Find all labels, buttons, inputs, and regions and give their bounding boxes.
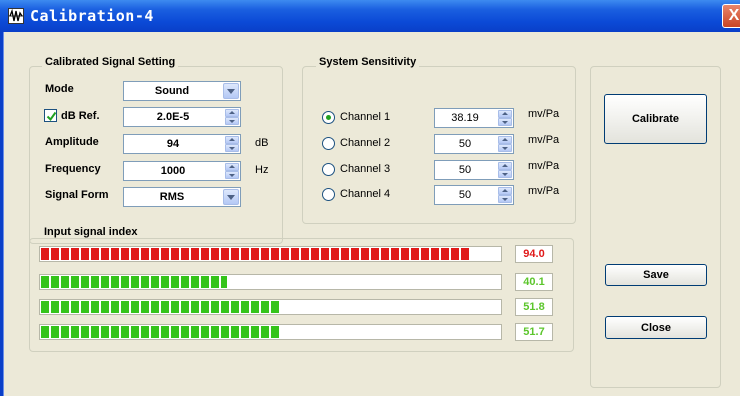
channel-1-sensitivity-field[interactable]: 38.19 [434,108,514,128]
mode-label: Mode [45,83,74,95]
level-meter-2 [39,274,502,290]
frequency-value: 1000 [160,165,186,177]
channel-4-sensitivity-field[interactable]: 50 [434,185,514,205]
dbref-field[interactable]: 2.0E-5 [123,107,241,127]
spin-down-icon[interactable] [498,118,512,126]
waveform-icon [8,8,24,24]
dbref-stepper[interactable] [225,109,239,125]
calibration-window: Calibration-4 X Calibrated Signal Settin… [0,0,740,396]
spin-up-icon[interactable] [498,136,512,144]
spin-down-icon[interactable] [225,144,239,152]
amplitude-label: Amplitude [45,136,99,148]
check-icon [46,111,57,122]
channel-2-label[interactable]: Channel 2 [340,137,390,149]
channel-1-unit: mv/Pa [528,108,560,120]
channel-3-value: 50 [458,164,472,176]
channel-4-stepper[interactable] [498,187,512,203]
spin-up-icon[interactable] [498,162,512,170]
level-readout-2: 40.1 [515,273,553,291]
frequency-label: Frequency [45,163,101,175]
signal-setting-title: Calibrated Signal Setting [42,56,179,68]
level-meter-fill [41,301,280,313]
signal-form-value: RMS [159,191,185,203]
input-index-title: Input signal index [41,226,141,238]
level-meter-fill [41,248,470,260]
channel-2-sensitivity-field[interactable]: 50 [434,134,514,154]
channel-2-stepper[interactable] [498,136,512,152]
amplitude-value: 94 [166,138,180,150]
channel-3-sensitivity-field[interactable]: 50 [434,160,514,180]
dbref-label: dB Ref. [61,110,100,122]
channel-3-radio[interactable] [322,163,335,176]
channel-4-value: 50 [458,189,472,201]
channel-2-value: 50 [458,138,472,150]
window-title: Calibration-4 [30,7,154,25]
signal-form-select[interactable]: RMS [123,187,241,207]
dbref-value: 2.0E-5 [156,111,190,123]
window-close-button[interactable]: X [722,4,740,28]
frequency-unit: Hz [255,164,269,176]
channel-4-radio[interactable] [322,188,335,201]
calibrate-button[interactable]: Calibrate [604,94,707,144]
level-meter-fill [41,326,280,338]
level-meter-fill [41,276,227,288]
amplitude-field[interactable]: 94 [123,134,241,154]
mode-value: Sound [154,85,190,97]
dbref-checkbox[interactable] [44,109,57,122]
save-button[interactable]: Save [605,264,707,286]
frequency-field[interactable]: 1000 [123,161,241,181]
spin-up-icon[interactable] [498,110,512,118]
spin-down-icon[interactable] [225,117,239,125]
level-readout-4: 51.7 [515,323,553,341]
amplitude-stepper[interactable] [225,136,239,152]
dialog-body: Calibrated Signal Setting Mode Sound dB … [3,32,740,396]
close-icon: X [728,7,740,24]
spin-up-icon[interactable] [225,136,239,144]
chevron-down-icon[interactable] [223,83,239,99]
channel-2-unit: mv/Pa [528,134,560,146]
spin-up-icon[interactable] [225,109,239,117]
channel-2-radio[interactable] [322,137,335,150]
channel-1-value: 38.19 [451,112,479,124]
level-readout-3: 51.8 [515,298,553,316]
mode-select[interactable]: Sound [123,81,241,101]
spin-down-icon[interactable] [498,170,512,178]
level-readout-1: 94.0 [515,245,553,263]
spin-up-icon[interactable] [498,187,512,195]
frequency-stepper[interactable] [225,163,239,179]
channel-3-label[interactable]: Channel 3 [340,163,390,175]
amplitude-unit: dB [255,137,269,149]
spin-down-icon[interactable] [498,144,512,152]
channel-3-unit: mv/Pa [528,160,560,172]
level-meter-1 [39,246,502,262]
level-meter-4 [39,324,502,340]
spin-down-icon[interactable] [225,171,239,179]
channel-3-stepper[interactable] [498,162,512,178]
spin-down-icon[interactable] [498,195,512,203]
spin-up-icon[interactable] [225,163,239,171]
level-meter-3 [39,299,502,315]
sensitivity-title: System Sensitivity [316,56,420,68]
channel-1-label[interactable]: Channel 1 [340,111,390,123]
title-bar[interactable]: Calibration-4 X [0,0,740,32]
chevron-down-icon[interactable] [223,189,239,205]
channel-4-unit: mv/Pa [528,185,560,197]
channel-1-radio[interactable] [322,111,335,124]
channel-4-label[interactable]: Channel 4 [340,188,390,200]
close-button[interactable]: Close [605,316,707,339]
channel-1-stepper[interactable] [498,110,512,126]
signal-form-label: Signal Form [45,189,109,201]
